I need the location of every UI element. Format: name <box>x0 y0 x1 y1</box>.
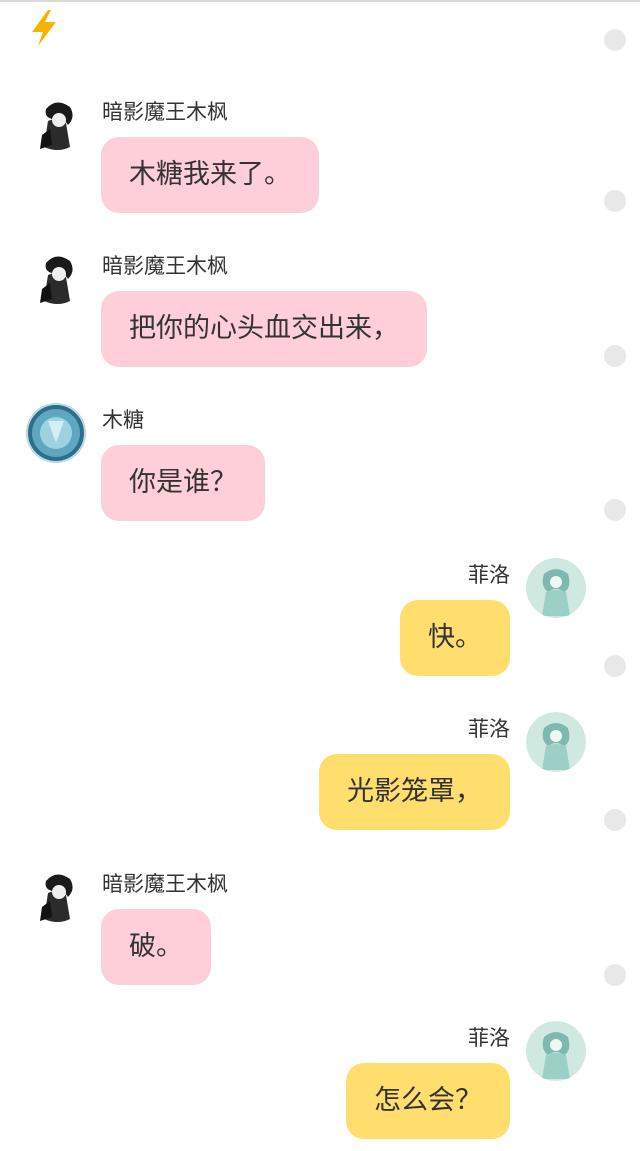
chat-message: 暗影魔王木枫 破。 <box>0 867 640 997</box>
chat-message: 菲洛 怎么会？ <box>0 1021 640 1151</box>
chat-message: 暗影魔王木枫 把你的心头血交出来， <box>0 249 640 379</box>
sender-name: 暗影魔王木枫 <box>102 254 228 278</box>
message-bubble[interactable]: 木糖我来了。 <box>101 137 319 213</box>
avatar[interactable] <box>26 95 86 155</box>
message-bubble[interactable]: 你是谁？ <box>101 445 265 521</box>
avatar[interactable] <box>526 1021 586 1081</box>
dark-character-avatar-icon <box>26 95 86 155</box>
message-option-dot[interactable] <box>604 809 626 831</box>
message-option-dot[interactable] <box>604 345 626 367</box>
sender-name: 暗影魔王木枫 <box>102 872 228 896</box>
lightning-icon[interactable] <box>26 8 62 48</box>
sender-name: 菲洛 <box>468 563 510 587</box>
message-option-dot[interactable] <box>604 499 626 521</box>
teal-character-avatar-icon <box>526 558 586 618</box>
message-bubble[interactable]: 怎么会？ <box>346 1063 510 1139</box>
chat-message: 木糖 你是谁？ <box>0 403 640 533</box>
message-bubble[interactable]: 光影笼罩， <box>319 754 510 830</box>
teal-character-avatar-icon <box>526 1021 586 1081</box>
avatar[interactable] <box>526 558 586 618</box>
blue-crystal-avatar-icon <box>26 403 86 463</box>
message-option-dot[interactable] <box>604 655 626 677</box>
message-option-dot[interactable] <box>604 190 626 212</box>
sender-name: 菲洛 <box>468 1026 510 1050</box>
dark-character-avatar-icon <box>26 867 86 927</box>
message-option-dot[interactable] <box>604 964 626 986</box>
message-bubble[interactable]: 快。 <box>400 600 510 676</box>
dark-character-avatar-icon <box>26 249 86 309</box>
avatar[interactable] <box>26 249 86 309</box>
message-bubble[interactable]: 把你的心头血交出来， <box>101 291 427 367</box>
sender-name: 菲洛 <box>468 717 510 741</box>
chat-message: 菲洛 光影笼罩， <box>0 712 640 842</box>
message-bubble[interactable]: 破。 <box>101 909 211 985</box>
avatar[interactable] <box>26 867 86 927</box>
chat-message: 菲洛 快。 <box>0 558 640 688</box>
top-divider <box>0 0 640 2</box>
menu-dot[interactable] <box>604 29 626 51</box>
sender-name: 暗影魔王木枫 <box>102 100 228 124</box>
chat-message: 暗影魔王木枫 木糖我来了。 <box>0 95 640 225</box>
avatar[interactable] <box>26 403 86 463</box>
avatar[interactable] <box>526 712 586 772</box>
sender-name: 木糖 <box>102 408 144 432</box>
teal-character-avatar-icon <box>526 712 586 772</box>
